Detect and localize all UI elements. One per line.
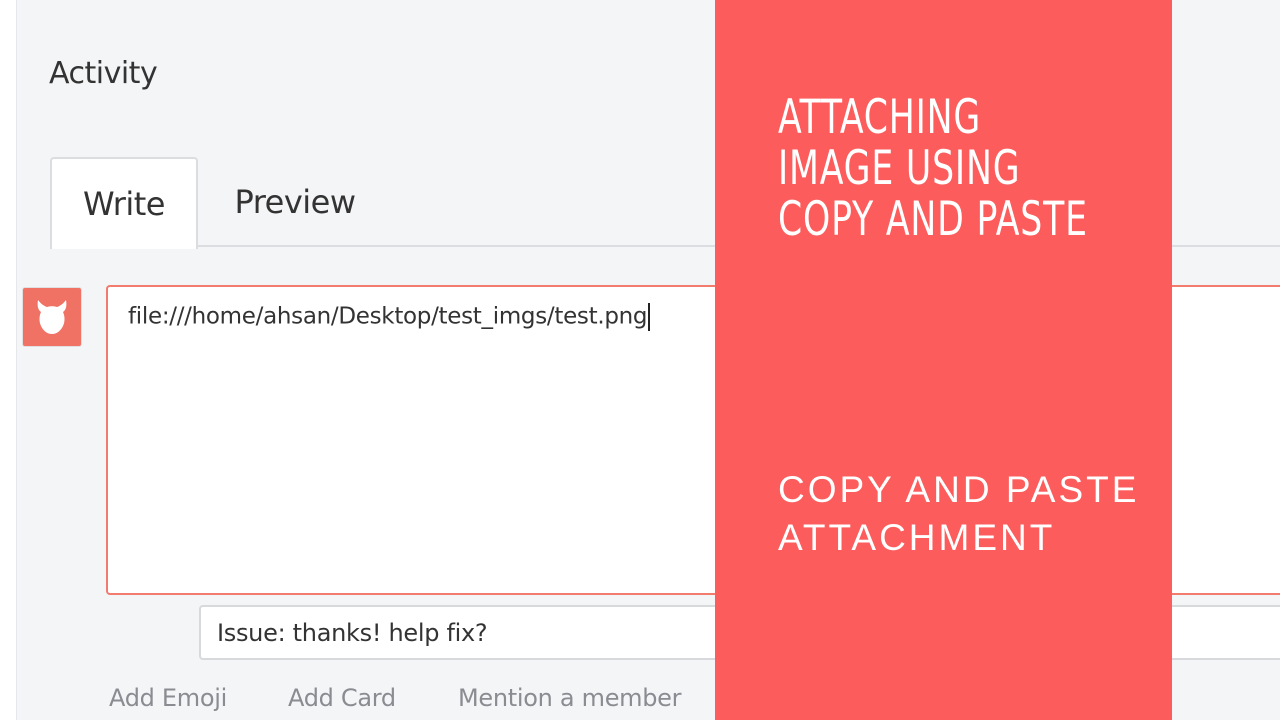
add-card-link[interactable]: Add Card (288, 684, 396, 712)
add-emoji-link[interactable]: Add Emoji (109, 684, 227, 712)
tab-write[interactable]: Write (50, 157, 198, 249)
activity-heading: Activity (49, 56, 158, 91)
comment-value: file:///home/ahsan/Desktop/test_imgs/tes… (128, 303, 648, 330)
comment-text: file:///home/ahsan/Desktop/test_imgs/tes… (128, 303, 651, 331)
overlay-subtitle: copy and paste attachment (778, 469, 1140, 558)
mention-member-link[interactable]: Mention a member (458, 684, 682, 712)
title-overlay: Attaching image using copy and paste cop… (715, 0, 1172, 720)
tab-preview[interactable]: Preview (215, 157, 375, 247)
overlay-title: Attaching image using copy and paste (778, 90, 1088, 247)
avatar[interactable] (22, 287, 82, 347)
card-title-value: Issue: thanks! help fix? (217, 619, 488, 647)
devil-face-icon (37, 300, 67, 334)
text-caret (648, 303, 651, 331)
